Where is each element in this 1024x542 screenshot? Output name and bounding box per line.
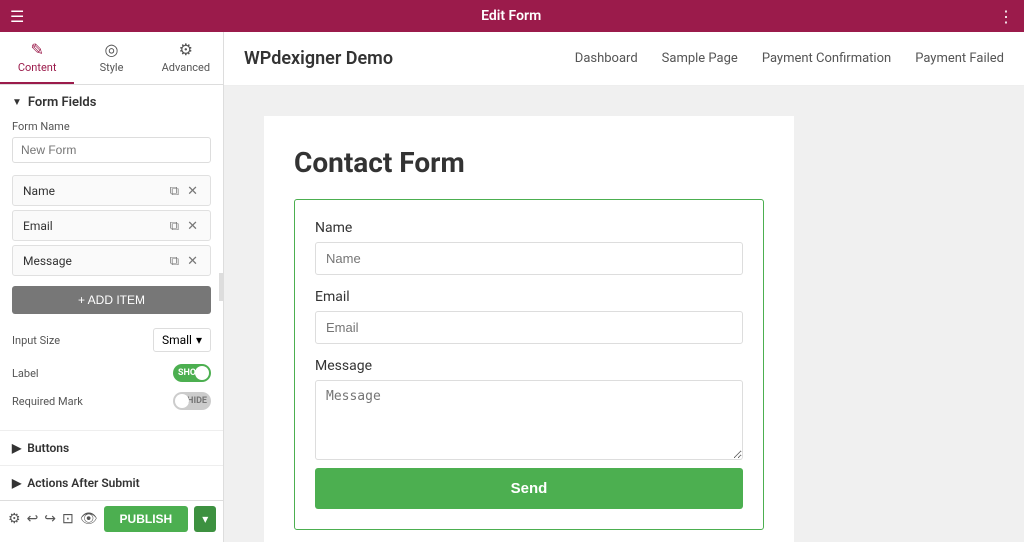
publish-arrow-button[interactable]: ▾ [194, 506, 216, 532]
field-message-actions: ⧉ ✕ [168, 252, 200, 269]
contact-form-container: Contact Form Name Email Message Send [264, 116, 794, 542]
required-mark-toggle-switch[interactable]: HIDE [173, 392, 211, 410]
required-mark-toggle-thumb [175, 394, 189, 408]
field-email-label: Email [23, 219, 168, 233]
field-item-name: Name ⧉ ✕ [12, 175, 211, 206]
tab-style[interactable]: ◎ Style [74, 32, 148, 84]
grid-icon[interactable]: ⋮ [998, 7, 1014, 26]
actions-title: Actions After Submit [27, 476, 139, 490]
send-button[interactable]: Send [315, 468, 743, 509]
email-field-input[interactable] [315, 311, 743, 344]
settings-icon[interactable]: ⚙ [8, 507, 21, 531]
buttons-chevron: ▶ [12, 441, 21, 455]
field-email-copy-btn[interactable]: ⧉ [168, 217, 181, 234]
input-size-label: Input Size [12, 334, 60, 347]
actions-section-header: ▶ Actions After Submit [12, 476, 211, 490]
field-item-email: Email ⧉ ✕ [12, 210, 211, 241]
label-toggle-label: Label [12, 367, 39, 380]
field-name-label: Name [23, 184, 168, 198]
field-message-delete-btn[interactable]: ✕ [185, 252, 200, 269]
responsive-icon[interactable]: ⊡ [62, 507, 74, 531]
contact-form-title: Contact Form [294, 146, 764, 179]
field-message-label: Message [23, 254, 168, 268]
nav-link-payment-confirmation[interactable]: Payment Confirmation [762, 51, 891, 66]
sidebar-tabs: ✎ Content ◎ Style ⚙ Advanced [0, 32, 223, 85]
sidebar: ✎ Content ◎ Style ⚙ Advanced ▼ Form Fiel… [0, 32, 224, 542]
label-toggle-track[interactable]: SHOW [173, 364, 211, 382]
name-field-input[interactable] [315, 242, 743, 275]
required-mark-toggle-text: HIDE [187, 396, 207, 406]
field-name-copy-btn[interactable]: ⧉ [168, 182, 181, 199]
main-layout: ✎ Content ◎ Style ⚙ Advanced ▼ Form Fiel… [0, 32, 1024, 542]
name-field-label: Name [315, 220, 743, 236]
required-mark-label: Required Mark [12, 395, 83, 408]
buttons-section-header: ▶ Buttons [12, 441, 211, 455]
nav-link-sample-page[interactable]: Sample Page [662, 51, 738, 66]
field-email-actions: ⧉ ✕ [168, 217, 200, 234]
top-bar: ☰ Edit Form ⋮ [0, 0, 1024, 32]
nav-bar: WPdexigner Demo Dashboard Sample Page Pa… [224, 32, 1024, 86]
tab-content[interactable]: ✎ Content [0, 32, 74, 84]
field-email-delete-btn[interactable]: ✕ [185, 217, 200, 234]
message-field-textarea[interactable] [315, 380, 743, 460]
style-tab-icon: ◎ [105, 40, 119, 59]
actions-section[interactable]: ▶ Actions After Submit [0, 465, 223, 500]
tab-style-label: Style [100, 61, 124, 74]
tab-advanced-label: Advanced [162, 61, 210, 74]
content-area: WPdexigner Demo Dashboard Sample Page Pa… [224, 32, 1024, 542]
form-name-group: Form Name [12, 120, 211, 163]
page-content: Contact Form Name Email Message Send [224, 86, 1024, 542]
required-mark-toggle-track[interactable]: HIDE [173, 392, 211, 410]
message-field-label: Message [315, 358, 743, 374]
top-bar-title: Edit Form [24, 8, 998, 24]
email-field-label: Email [315, 289, 743, 305]
advanced-tab-icon: ⚙ [179, 40, 193, 59]
sidebar-collapse-handle[interactable]: ‹ [219, 273, 224, 301]
undo-icon[interactable]: ↩ [27, 507, 39, 531]
field-item-message: Message ⧉ ✕ [12, 245, 211, 276]
buttons-title: Buttons [27, 441, 69, 455]
site-title: WPdexigner Demo [244, 48, 393, 69]
field-name-delete-btn[interactable]: ✕ [185, 182, 200, 199]
input-size-chevron: ▾ [196, 333, 202, 347]
buttons-section[interactable]: ▶ Buttons [0, 430, 223, 465]
input-size-value: Small [162, 333, 192, 347]
form-name-label: Form Name [12, 120, 211, 133]
label-toggle-switch[interactable]: SHOW [173, 364, 211, 382]
nav-link-payment-failed[interactable]: Payment Failed [915, 51, 1004, 66]
add-item-button[interactable]: + ADD ITEM [12, 286, 211, 314]
nav-links: Dashboard Sample Page Payment Confirmati… [575, 51, 1004, 66]
form-fields-chevron: ▼ [12, 97, 22, 108]
input-size-select[interactable]: Small ▾ [153, 328, 211, 352]
input-size-group: Input Size Small ▾ [12, 328, 211, 352]
eye-icon[interactable]: 👁 [80, 507, 98, 531]
label-toggle-row: Label SHOW [12, 364, 211, 382]
add-item-label: + ADD ITEM [78, 293, 145, 307]
actions-chevron: ▶ [12, 476, 21, 490]
label-toggle-thumb [195, 366, 209, 380]
required-mark-toggle-row: Required Mark HIDE [12, 392, 211, 410]
tab-advanced[interactable]: ⚙ Advanced [149, 32, 223, 84]
form-fields-section: ▼ Form Fields Form Name Name ⧉ ✕ Email [0, 85, 223, 430]
tab-content-label: Content [18, 61, 57, 74]
form-name-input[interactable] [12, 137, 211, 163]
sidebar-bottom-bar: ⚙ ↩ ↪ ⊡ 👁 PUBLISH ▾ [0, 500, 223, 536]
field-list: Name ⧉ ✕ Email ⧉ ✕ Message ⧉ [12, 175, 211, 276]
nav-link-dashboard[interactable]: Dashboard [575, 51, 638, 66]
menu-icon[interactable]: ☰ [10, 7, 24, 26]
content-tab-icon: ✎ [30, 40, 43, 59]
form-fields-header[interactable]: ▼ Form Fields [12, 95, 211, 110]
publish-button[interactable]: PUBLISH [104, 506, 189, 532]
field-message-copy-btn[interactable]: ⧉ [168, 252, 181, 269]
form-fields-title: Form Fields [28, 95, 96, 110]
contact-form-section: Name Email Message Send [294, 199, 764, 530]
field-name-actions: ⧉ ✕ [168, 182, 200, 199]
redo-icon[interactable]: ↪ [44, 507, 56, 531]
